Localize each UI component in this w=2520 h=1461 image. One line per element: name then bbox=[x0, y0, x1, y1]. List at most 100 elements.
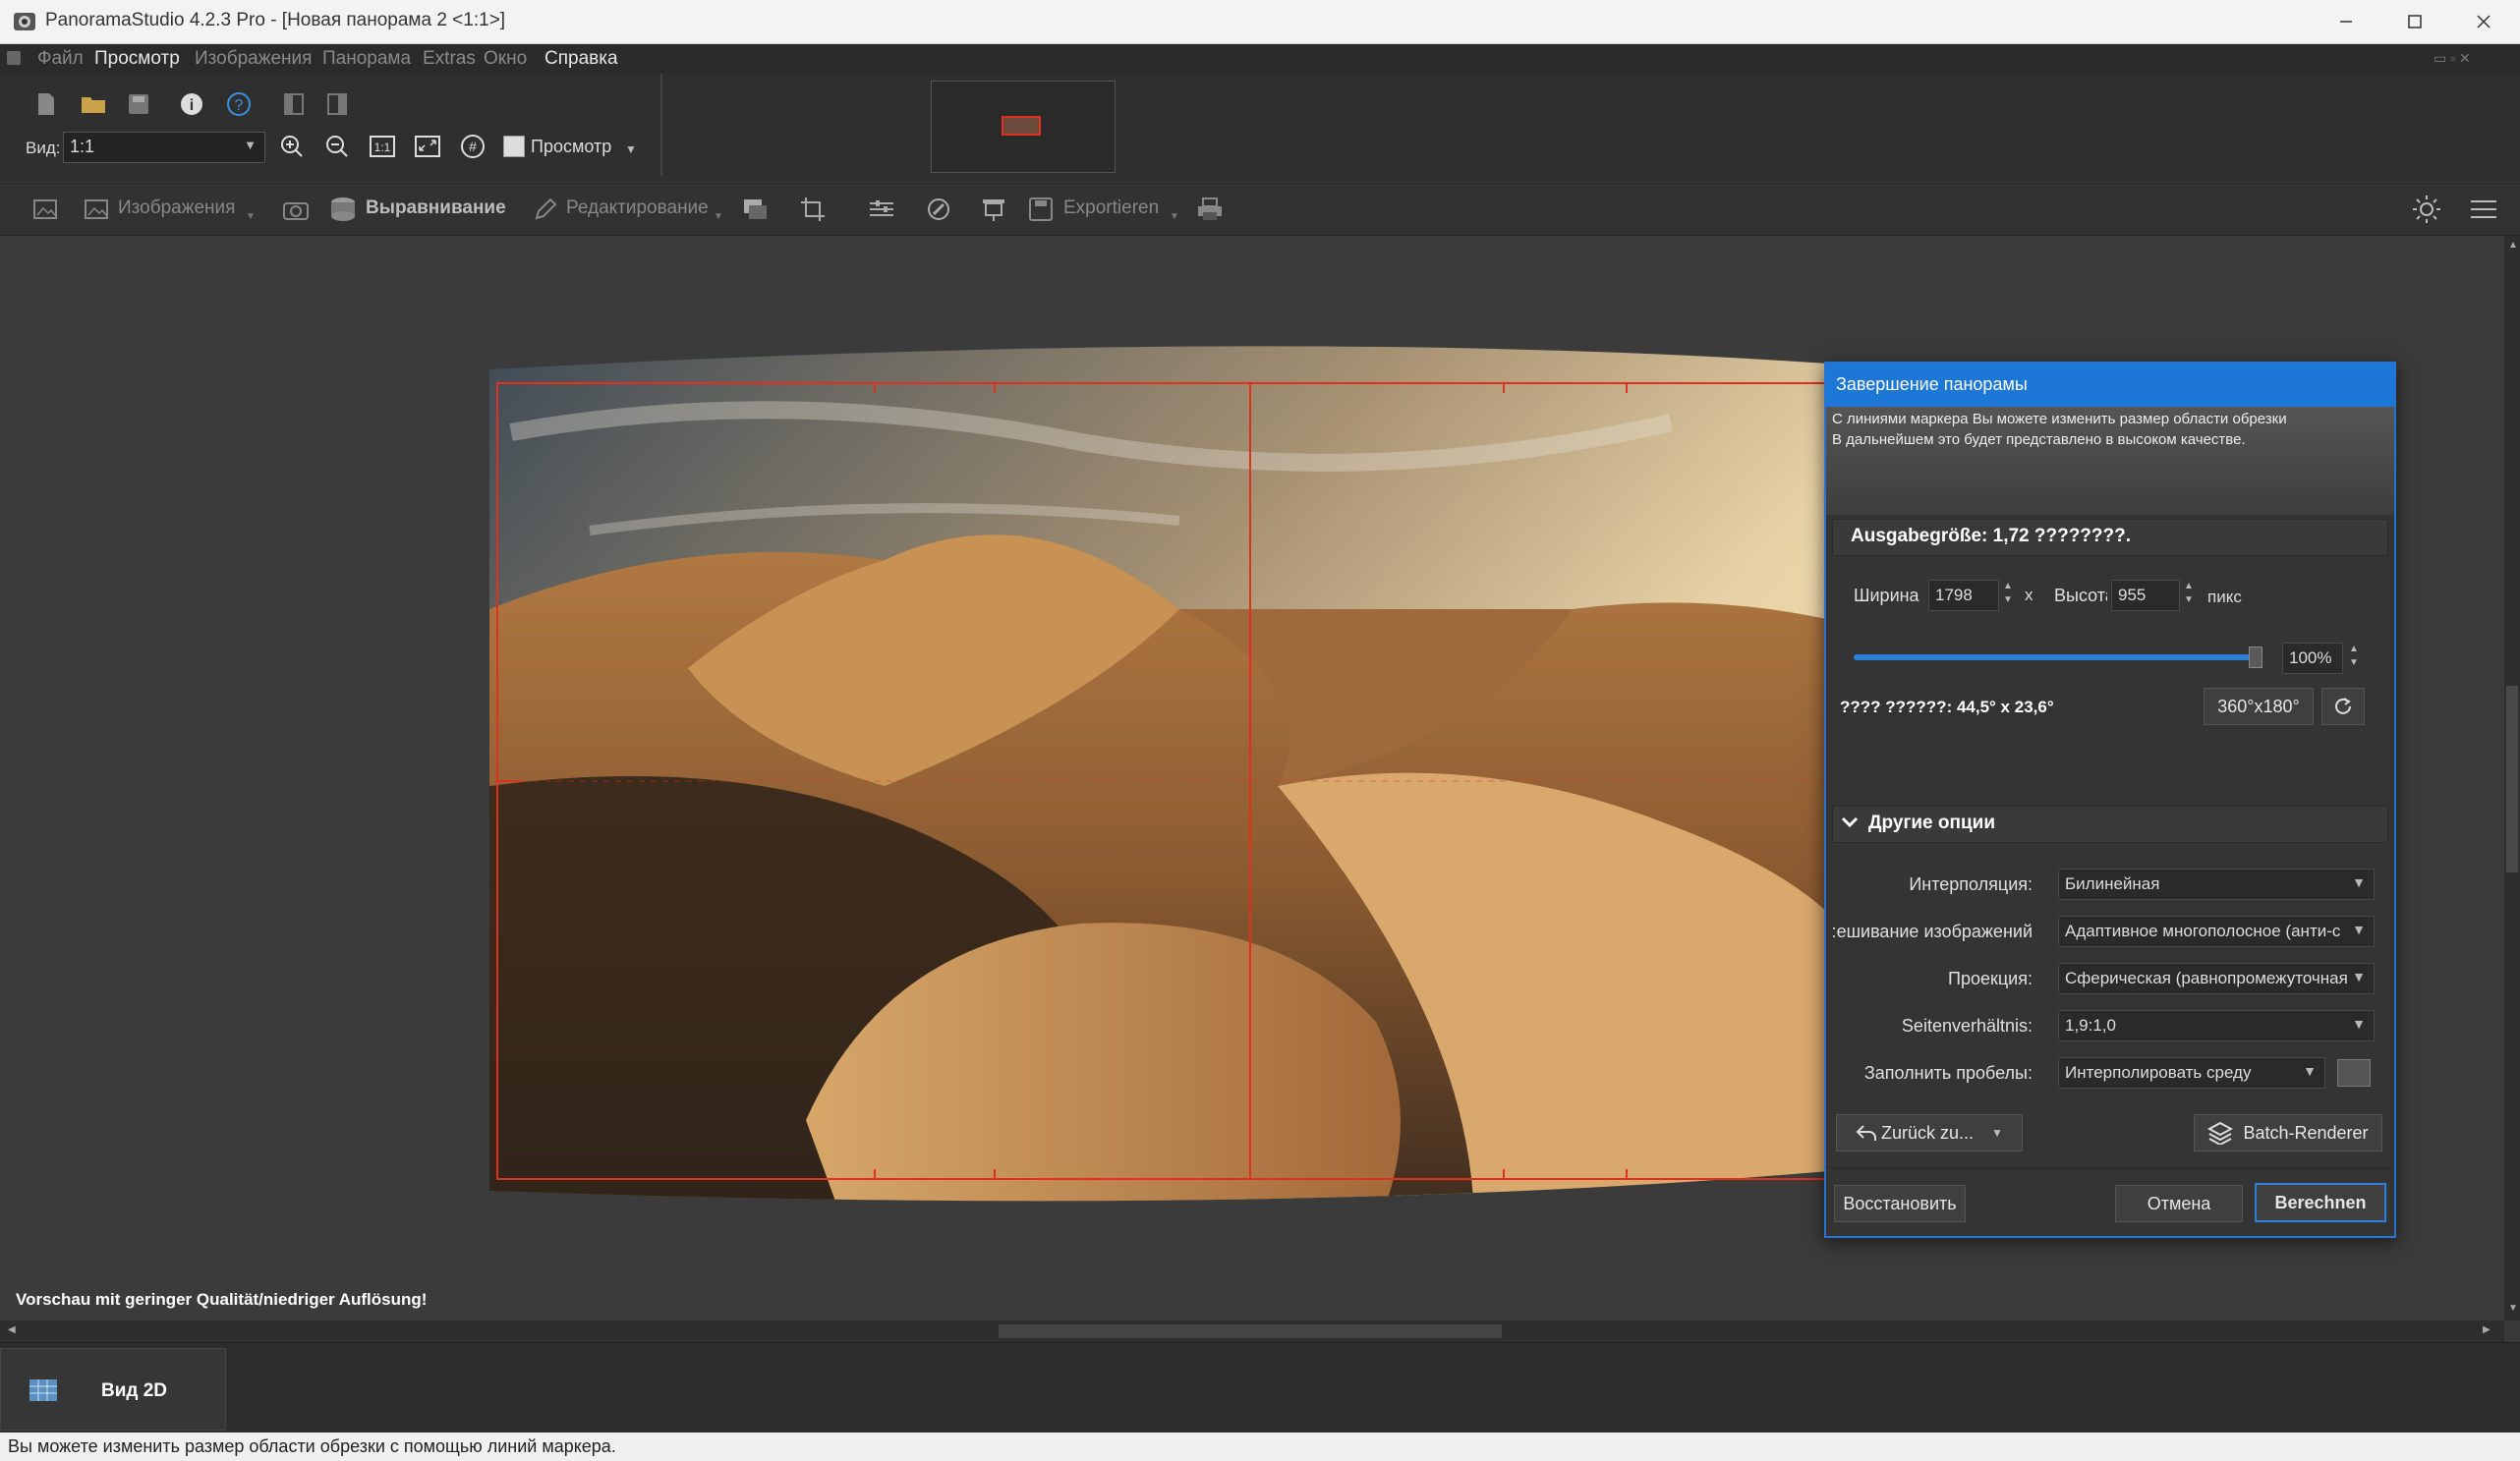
menu-file[interactable]: Файл bbox=[37, 48, 84, 70]
export-dropdown-icon[interactable]: ▼ bbox=[1170, 211, 1179, 222]
align-icon[interactable] bbox=[328, 195, 358, 224]
zoom-out-icon[interactable] bbox=[322, 132, 352, 161]
new-file-icon[interactable] bbox=[31, 89, 61, 119]
width-input[interactable]: 1798 bbox=[1928, 580, 1999, 611]
back-to-button[interactable]: Zurück zu... ▼ bbox=[1836, 1114, 2023, 1152]
height-spinner[interactable]: ▲ ▼ bbox=[2180, 580, 2198, 609]
scale-slider-track[interactable] bbox=[1854, 654, 2262, 660]
horizontal-scrollbar[interactable]: ◀ ▶ bbox=[0, 1321, 2504, 1342]
preview-label[interactable]: Просмотр bbox=[531, 137, 611, 157]
presentation-icon[interactable] bbox=[979, 195, 1008, 224]
menu-view[interactable]: Просмотр bbox=[94, 48, 180, 70]
other-options-label: Другие опции bbox=[1868, 813, 1996, 833]
crop-icon[interactable] bbox=[798, 195, 828, 224]
brightness-icon[interactable] bbox=[2412, 195, 2441, 224]
add-image-icon[interactable] bbox=[31, 195, 61, 224]
open-folder-icon[interactable] bbox=[79, 89, 108, 119]
fov-360-button[interactable]: 360°x180° bbox=[2204, 688, 2314, 725]
status-bar: Вы можете изменить размер области обрезк… bbox=[0, 1433, 2520, 1461]
view-zoom-select[interactable]: 1:1 ▼ bbox=[63, 132, 265, 163]
hamburger-menu-icon[interactable] bbox=[2469, 195, 2498, 224]
width-spinner[interactable]: ▲ ▼ bbox=[1999, 580, 2017, 609]
mdi-controls[interactable]: ▭ ▫ ✕ bbox=[2434, 50, 2471, 67]
print-icon[interactable] bbox=[1195, 195, 1225, 224]
menu-extras[interactable]: Extras bbox=[423, 48, 476, 70]
images-dropdown-icon[interactable]: ▼ bbox=[246, 211, 256, 222]
menu-images[interactable]: Изображения bbox=[195, 48, 312, 70]
edit-pencil-icon[interactable] bbox=[531, 195, 560, 224]
view-2d-tab[interactable]: Вид 2D bbox=[0, 1348, 226, 1431]
unit-label: пикс bbox=[2207, 588, 2242, 606]
cancel-button[interactable]: Отмена bbox=[2115, 1185, 2243, 1222]
retouch-icon[interactable] bbox=[924, 195, 953, 224]
scale-slider-thumb[interactable] bbox=[2248, 646, 2262, 668]
info-line-2: В дальнейшем это будет представлено в вы… bbox=[1832, 431, 2246, 448]
scroll-left-icon[interactable]: ◀ bbox=[8, 1324, 16, 1335]
batch-renderer-button[interactable]: Batch-Renderer bbox=[2194, 1114, 2382, 1152]
reset-icon[interactable] bbox=[2321, 688, 2365, 725]
bottom-panel bbox=[0, 1342, 2520, 1433]
other-options-header[interactable]: Другие опции bbox=[1832, 806, 2388, 843]
main-toolbar: i ? Вид: 1:1 ▼ 1:1 # Просмотр ▼ bbox=[0, 74, 2520, 182]
info-icon[interactable]: i bbox=[177, 89, 206, 119]
scroll-right-icon[interactable]: ▶ bbox=[2483, 1324, 2491, 1335]
zoom-actual-icon[interactable]: 1:1 bbox=[368, 132, 397, 161]
preview-checkbox[interactable] bbox=[503, 136, 525, 157]
vertical-scroll-thumb[interactable] bbox=[2506, 686, 2518, 872]
title-bar: PanoramaStudio 4.2.3 Pro - [Новая панора… bbox=[0, 0, 2520, 44]
horizontal-scroll-thumb[interactable] bbox=[999, 1324, 1502, 1338]
fill-color-swatch[interactable] bbox=[2337, 1059, 2371, 1087]
save-icon[interactable] bbox=[124, 89, 153, 119]
layout-left-icon[interactable] bbox=[279, 89, 309, 119]
grid-icon[interactable]: # bbox=[458, 132, 487, 161]
dialog-info-area: С линиями маркера Вы можете изменить раз… bbox=[1826, 407, 2394, 515]
navigator-thumbnail[interactable] bbox=[931, 81, 1116, 173]
height-input[interactable]: 955 bbox=[2111, 580, 2180, 611]
projection-select[interactable]: Сферическая (равнопромежуточная ▼ bbox=[2058, 963, 2375, 994]
edit-dropdown-icon[interactable]: ▼ bbox=[714, 211, 723, 222]
toolbar-divider bbox=[660, 74, 662, 176]
scroll-up-icon[interactable]: ▲ bbox=[2508, 240, 2518, 251]
minimize-button[interactable] bbox=[2312, 0, 2380, 43]
doc-icon bbox=[4, 48, 24, 68]
blending-select[interactable]: Адаптивное многополосное (анти-с ▼ bbox=[2058, 916, 2375, 947]
scale-spinner[interactable]: ▲ ▼ bbox=[2345, 643, 2363, 672]
preview-dropdown-icon[interactable]: ▼ bbox=[625, 142, 637, 156]
aspect-ratio-select[interactable]: 1,9:1,0 ▼ bbox=[2058, 1010, 2375, 1041]
align-tab-label[interactable]: Выравнивание bbox=[366, 197, 506, 219]
fill-gaps-value: Интерполировать среду bbox=[2065, 1063, 2252, 1082]
interpolation-select[interactable]: Билинейная ▼ bbox=[2058, 869, 2375, 900]
fit-window-icon[interactable] bbox=[413, 132, 442, 161]
export-save-icon[interactable] bbox=[1026, 195, 1056, 224]
layers-icon[interactable] bbox=[741, 195, 771, 224]
menu-panorama[interactable]: Панорама bbox=[322, 48, 411, 70]
images-icon[interactable] bbox=[83, 195, 112, 224]
adjust-sliders-icon[interactable] bbox=[867, 195, 896, 224]
camera-icon[interactable] bbox=[281, 195, 311, 224]
view-label: Вид: bbox=[26, 139, 61, 157]
menu-help[interactable]: Справка bbox=[544, 48, 618, 70]
layout-right-icon[interactable] bbox=[322, 89, 352, 119]
svg-text:?: ? bbox=[235, 97, 244, 114]
times-sign: x bbox=[2025, 586, 2033, 604]
view-2d-label: Вид 2D bbox=[101, 1380, 168, 1401]
finish-panorama-dialog: Завершение панорамы С линиями маркера Вы… bbox=[1824, 362, 2396, 1238]
output-size-text: Ausgabegröße: 1,72 ????????. bbox=[1851, 526, 2132, 546]
scale-percent-input[interactable]: 100% bbox=[2282, 643, 2343, 674]
compute-button[interactable]: Berechnen bbox=[2255, 1183, 2386, 1222]
height-value: 955 bbox=[2118, 586, 2147, 604]
restore-button[interactable]: Восстановить bbox=[1834, 1185, 1966, 1222]
images-tab-label[interactable]: Изображения bbox=[118, 197, 235, 219]
edit-tab-label[interactable]: Редактирование bbox=[566, 197, 709, 219]
fill-gaps-select[interactable]: Интерполировать среду ▼ bbox=[2058, 1057, 2325, 1089]
dialog-divider bbox=[1826, 1167, 2394, 1168]
maximize-button[interactable] bbox=[2380, 0, 2449, 43]
zoom-in-icon[interactable] bbox=[277, 132, 307, 161]
close-button[interactable] bbox=[2449, 0, 2518, 43]
scroll-down-icon[interactable]: ▼ bbox=[2508, 1303, 2518, 1314]
help-icon[interactable]: ? bbox=[224, 89, 254, 119]
menu-window[interactable]: Окно bbox=[484, 48, 527, 70]
export-tab-label[interactable]: Exportieren bbox=[1063, 197, 1159, 219]
dialog-title-bar[interactable]: Завершение панорамы bbox=[1826, 364, 2394, 407]
vertical-scrollbar[interactable]: ▲ ▼ bbox=[2504, 236, 2520, 1321]
